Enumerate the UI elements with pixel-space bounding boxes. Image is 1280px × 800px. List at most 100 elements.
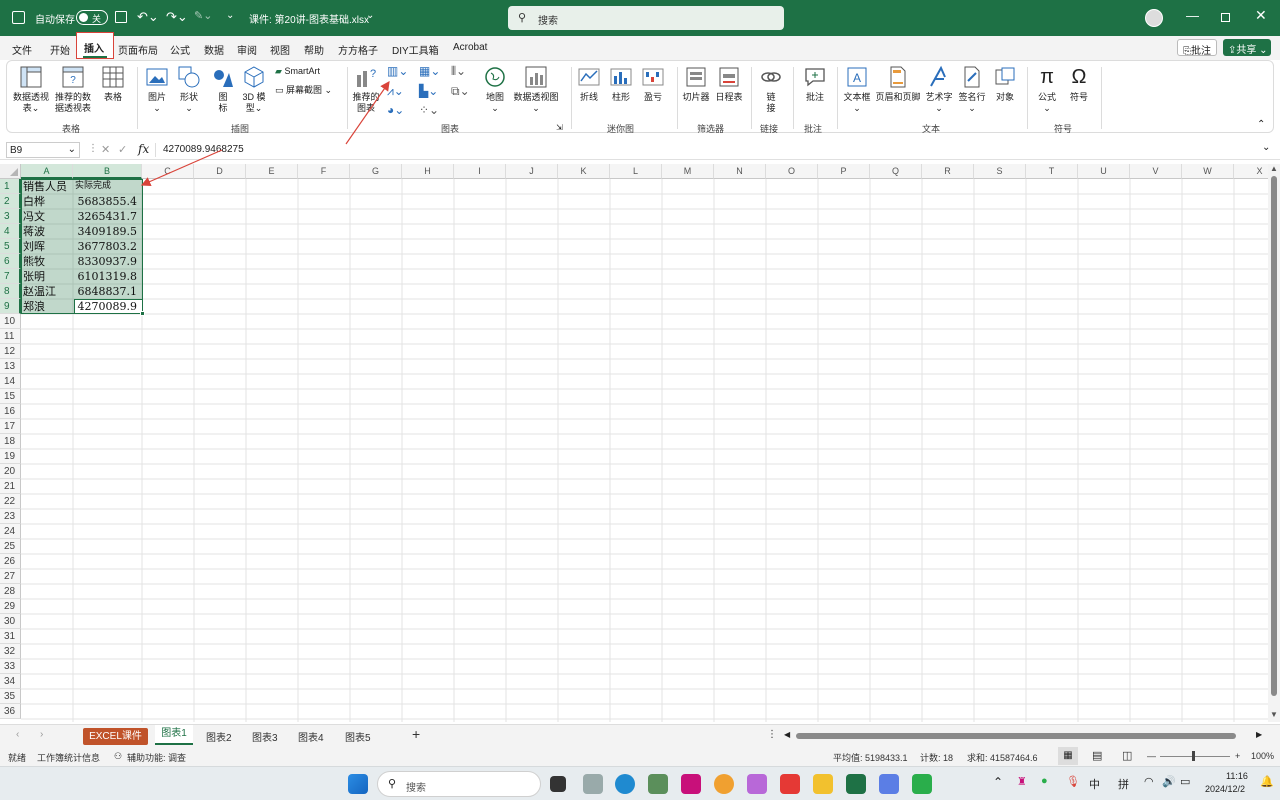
column-header-w[interactable]: W [1182,164,1234,179]
row-header-6[interactable]: 6 [0,254,21,269]
vertical-scrollbar[interactable]: ▲ ▼ [1268,164,1280,722]
wifi-icon[interactable]: ◠ [1144,775,1154,788]
search-box[interactable]: ⚲ 搜索 [508,6,784,30]
timeline-button[interactable]: 日程表 [714,65,744,103]
row-header-33[interactable]: 33 [0,659,21,674]
menu-data[interactable]: 数据 [204,42,224,57]
scroll-left-icon[interactable]: ◀ [784,730,790,739]
row-header-26[interactable]: 26 [0,554,21,569]
new-comment-button[interactable]: 批注 [801,65,829,103]
smartart-button[interactable]: ▰ SmartArt [275,66,320,77]
cell-a8[interactable]: 赵温江 [23,284,56,299]
cell-a6[interactable]: 熊牧 [23,254,45,269]
formula-bar-more-icon[interactable]: ⋮ [88,143,98,154]
tray-app-icon[interactable]: ♜ [1017,775,1027,788]
enter-icon[interactable]: ✓ [118,143,127,156]
row-header-22[interactable]: 22 [0,494,21,509]
excel-logo-icon[interactable] [12,11,25,24]
tray-chevron-icon[interactable]: ⌃ [993,775,1003,789]
textbox-button[interactable]: A 文本框 ⌄ [843,65,871,114]
zoom-in-icon[interactable]: + [1235,751,1240,761]
column-header-f[interactable]: F [298,164,350,179]
row-header-18[interactable]: 18 [0,434,21,449]
autosave-toggle[interactable]: 关 [76,10,108,25]
column-header-k[interactable]: K [558,164,610,179]
row-header-19[interactable]: 19 [0,449,21,464]
tray-wechat-icon[interactable]: ● [1041,775,1048,787]
clock-date[interactable]: 2024/12/2 [1205,784,1245,794]
page-break-view-icon[interactable]: ◫ [1122,749,1132,762]
pivottable-button[interactable]: 数据透视表⌄ [13,65,49,114]
recommended-pivottable-button[interactable]: ? 推荐的数据透视表 [51,65,95,114]
column-header-m[interactable]: M [662,164,714,179]
menu-fangfang[interactable]: 方方格子 [338,42,378,57]
column-header-o[interactable]: O [766,164,818,179]
signature-line-button[interactable]: 签名行 ⌄ [957,65,987,114]
row-header-1[interactable]: 1 [0,179,21,194]
zoom-slider[interactable] [1160,756,1230,757]
column-header-d[interactable]: D [194,164,246,179]
format-painter-icon[interactable]: ✎⌄ [194,9,212,22]
cell-b3[interactable]: 3265431.7 [73,209,138,224]
column-header-s[interactable]: S [974,164,1026,179]
row-header-27[interactable]: 27 [0,569,21,584]
maximize-icon[interactable] [1221,13,1230,22]
add-sheet-icon[interactable]: + [412,726,420,742]
cell-a3[interactable]: 冯文 [23,209,45,224]
row-header-2[interactable]: 2 [0,194,21,209]
avatar[interactable] [1145,9,1163,27]
scatter-chart-icon[interactable]: ⁘⌄ [419,104,439,116]
row-header-4[interactable]: 4 [0,224,21,239]
column-header-q[interactable]: Q [870,164,922,179]
worksheet-grid[interactable]: ABCDEFGHIJKLMNOPQRSTUVWX 1 2 3 4 5 6 7 8 9 10 11 12… [0,164,1268,722]
column-chart-icon[interactable]: ▥⌄ [387,65,408,77]
map-button[interactable]: 地图 ⌄ [483,65,507,114]
row-header-9[interactable]: 9 [0,299,21,314]
pivotchart-button[interactable]: 数据透视图 ⌄ [512,65,560,114]
sheet-tab-excel-course[interactable]: EXCEL课件 [83,728,148,745]
formula-input[interactable]: 4270089.9468275 [163,144,244,155]
menu-review[interactable]: 审阅 [237,42,257,57]
column-header-v[interactable]: V [1130,164,1182,179]
header-footer-button[interactable]: 页眉和页脚 [874,65,922,103]
pie-chart-icon[interactable]: ◕⌄ [387,104,404,116]
collapse-ribbon-icon[interactable]: ⌃ [1257,119,1265,130]
menu-view[interactable]: 视图 [270,42,290,57]
save-icon[interactable] [115,11,127,23]
volume-icon[interactable]: 🔊 [1162,775,1176,788]
taskbar-search[interactable]: ⚲ 搜索 [377,771,541,797]
column-header-j[interactable]: J [506,164,558,179]
fill-handle[interactable] [140,311,145,316]
minimize-icon[interactable]: — [1186,8,1199,23]
row-header-23[interactable]: 23 [0,509,21,524]
cell-b4[interactable]: 3409189.5 [73,224,138,239]
row-header-13[interactable]: 13 [0,359,21,374]
clock-time[interactable]: 11:16 [1226,771,1248,781]
normal-view-icon[interactable]: ▦ [1058,747,1078,765]
column-header-l[interactable]: L [610,164,662,179]
next-sheet-icon[interactable]: › [40,729,43,740]
file-explorer-icon[interactable] [813,774,833,794]
row-header-3[interactable]: 3 [0,209,21,224]
sheet-tab-chart3[interactable]: 图表3 [252,729,278,744]
row-header-17[interactable]: 17 [0,419,21,434]
horizontal-scrollbar[interactable]: ◀ ▶ [784,730,1268,742]
cell-b8[interactable]: 6848837.1 [73,284,138,299]
insert-function-icon[interactable]: fx [138,142,149,156]
horizontal-scroll-thumb[interactable] [796,733,1236,739]
screenshot-button[interactable]: ▭ 屏幕截图 ⌄ [275,85,332,96]
menu-diy-toolbox[interactable]: DIY工具箱 [392,42,439,57]
row-header-31[interactable]: 31 [0,629,21,644]
sparkline-winloss-button[interactable]: 盈亏 [639,65,667,103]
cancel-icon[interactable]: ✕ [101,143,110,156]
prev-sheet-icon[interactable]: ‹ [16,729,19,740]
picture-button[interactable]: 图片 ⌄ [143,65,171,114]
app-icon-cat[interactable] [747,774,767,794]
app-icon-tools[interactable] [648,774,668,794]
start-icon[interactable] [348,774,368,794]
cell-b7[interactable]: 6101319.8 [73,269,138,284]
cell-a4[interactable]: 蒋波 [23,224,45,239]
cell-a7[interactable]: 张明 [23,269,45,284]
line-chart-icon[interactable]: ⩘⌄ [387,85,404,97]
row-header-24[interactable]: 24 [0,524,21,539]
